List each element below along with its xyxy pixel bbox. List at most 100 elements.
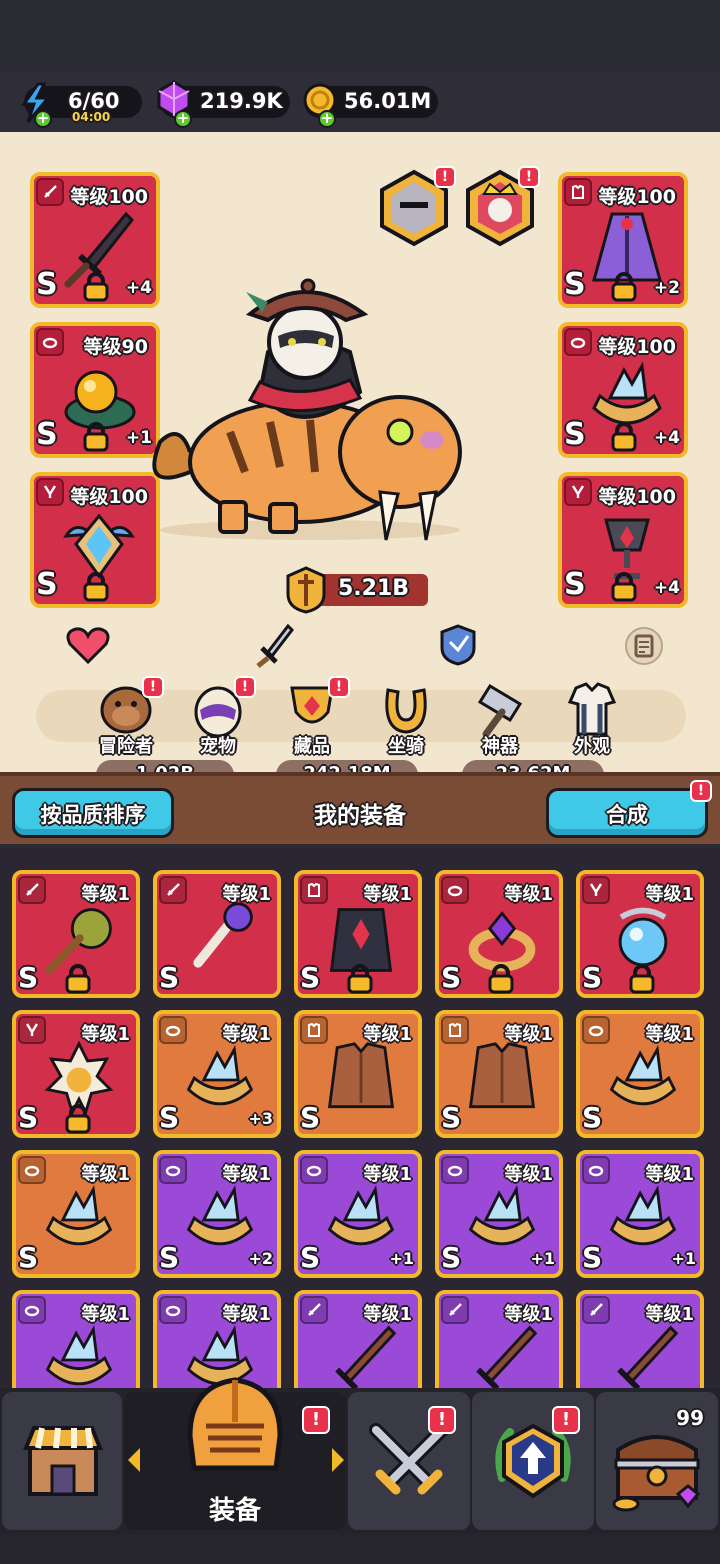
equipped-left-2-level: 等级100 [70,486,148,508]
inventory-item-card[interactable]: 等级1 S [576,870,704,998]
nav-tab-equipment[interactable]: ! 装备 [124,1377,346,1530]
inventory-item-card[interactable]: 等级1 S +2 [153,1150,281,1278]
inventory-item-card[interactable]: 等级1 [12,1290,140,1388]
equipped-left-0-rank: S [36,267,58,302]
menu-item-artifact[interactable]: 神器 [458,676,542,758]
equipment-inventory-grid[interactable]: 等级1 S 等级1 S 等级1 S 等级1 S 等级1 S 等级1 S 等级1 S +3 等级1 S 等级1 S 等级… [0,848,720,1388]
menu-appearance-label: 外观 [574,736,610,757]
armor-icon [308,1022,320,1037]
wooden-sword-icon [476,1325,538,1388]
knight-companion-badge: ! [434,166,456,188]
ring-icon [447,1165,463,1177]
leather-vest-icon [327,1042,395,1109]
mount-horseshoe-icon [385,688,427,734]
ring-icon [165,1165,181,1177]
inventory-item-card[interactable]: 等级1 S [12,870,140,998]
item-plus-level: +2 [248,1249,273,1268]
king-companion-badge: ! [518,166,540,188]
equipped-left-0-plus: +4 [125,278,152,298]
nav-tab-battle[interactable]: ! [348,1392,470,1530]
equipped-left-1-plus: +1 [125,428,152,448]
inventory-item-card[interactable]: 等级1 S +1 [435,1150,563,1278]
inventory-item-card[interactable]: 等级1 S [435,870,563,998]
equipped-armor-card[interactable]: 等级100 S +2 [558,172,688,308]
equipped-ring-card[interactable]: 等级90 S +1 [30,322,160,458]
equipped-ring-2-card[interactable]: 等级100 S +4 [558,322,688,458]
stats-detail-icon[interactable] [624,626,664,666]
menu-item-appearance[interactable]: 外观 [550,676,634,758]
nav-tab-upgrade[interactable]: ! [472,1392,594,1530]
inventory-item-card[interactable]: 等级1 S [435,1010,563,1138]
inventory-item-card[interactable]: 等级1 S [12,1150,140,1278]
lock-icon [83,272,109,302]
sort-by-quality-button[interactable]: 按品质排序 [12,788,174,838]
inventory-item-card[interactable]: 等级1 [576,1290,704,1388]
menu-item-mount[interactable]: 坐骑 [364,676,448,758]
inventory-item-card[interactable]: 等级1 [435,1290,563,1388]
inventory-item-card[interactable]: 等级1 S [153,870,281,998]
inventory-item-card[interactable]: 等级1 S [12,1010,140,1138]
crystal-ring-icon [327,1185,395,1246]
inventory-item-card[interactable]: 等级1 [153,1290,281,1388]
equipment-badge: ! [302,1406,330,1434]
inventory-item-card[interactable]: 等级1 S [294,870,422,998]
inventory-item-card[interactable]: 等级1 S +1 [294,1150,422,1278]
necklace-icon [571,485,585,498]
menu-item-collection[interactable]: ! 藏品 [270,676,354,758]
equipped-right-0-level: 等级100 [598,186,676,208]
sword-icon [308,1303,321,1316]
knight-helmet-icon [187,1377,283,1471]
equipped-left-1-category [36,328,64,356]
inventory-item-card[interactable]: 等级1 S +1 [576,1150,704,1278]
sword-icon [167,883,180,896]
inventory-item-card[interactable]: 等级1 S [294,1010,422,1138]
item-rank: S [582,1241,603,1274]
lock-icon [65,964,91,994]
equipped-left-2-category [36,478,64,506]
resource-bar: 6/60 04:00 + 219.9K + 56.01M + [0,72,720,132]
sword-icon [44,185,57,198]
nav-tab-shop[interactable] [2,1392,122,1530]
heart-icon [66,627,110,665]
equipped-right-1-category [564,328,592,356]
gems-value: 219.9K [200,89,283,113]
equipped-right-2-level: 等级100 [598,486,676,508]
equipped-right-1-plus: +4 [653,428,680,448]
artifact-hammer-icon [477,683,523,738]
item-plus-level: +1 [671,1249,696,1268]
armor-icon [308,882,320,897]
bone-staff-icon [193,902,253,968]
menu-item-pet[interactable]: ! 宠物 [176,676,260,758]
sort-button-label: 按品质排序 [40,803,146,827]
shield-icon [440,624,476,666]
chevron-left-icon [128,1448,140,1472]
item-rank: S [18,1101,39,1134]
equipped-necklace-2-card[interactable]: 等级100 S +4 [558,472,688,608]
nav-tab-chest[interactable]: 99 [596,1392,718,1530]
gems-add-icon[interactable]: + [174,110,192,128]
system-navigation-bar [0,1534,720,1564]
appearance-outfit-icon [567,682,617,736]
merge-button[interactable]: 合成 [546,788,708,838]
sword-icon [26,883,39,896]
equipped-left-1-rank: S [36,417,58,452]
coins-add-icon[interactable]: + [318,110,336,128]
inventory-item-card[interactable]: 等级1 S +3 [153,1010,281,1138]
menu-adventurer-badge: ! [142,676,164,698]
ring-icon [165,1025,181,1037]
equipped-necklace-card[interactable]: 等级100 S [30,472,160,608]
ring-icon [165,1305,181,1317]
upgrade-badge: ! [552,1406,580,1434]
crystal-ring-icon [609,1045,677,1106]
chest-count: 99 [676,1406,704,1430]
equipped-weapon-card[interactable]: 等级100 S +4 [30,172,160,308]
inventory-item-card[interactable]: 等级1 [294,1290,422,1388]
ring-icon [24,1165,40,1177]
menu-item-adventurer[interactable]: ! 冒险者 [84,676,168,758]
energy-add-icon[interactable]: + [34,110,52,128]
necklace-icon [25,1023,39,1036]
lock-icon [83,422,109,452]
equipped-right-2-category [564,478,592,506]
ring-icon [306,1165,322,1177]
inventory-item-card[interactable]: 等级1 S [576,1010,704,1138]
